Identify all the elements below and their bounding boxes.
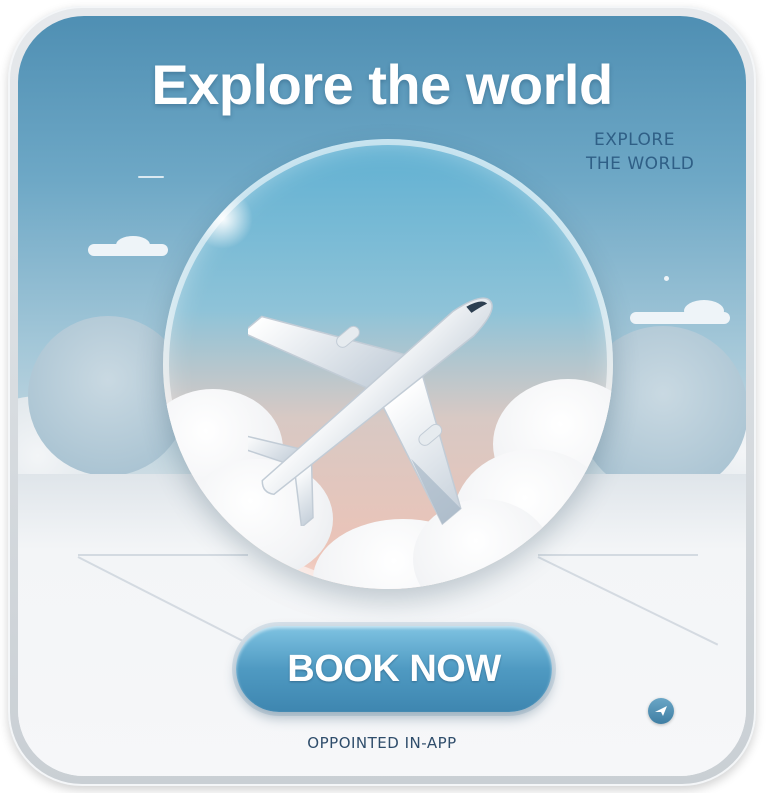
sky-cloud-left-puff: [116, 236, 150, 254]
side-caption: EXPLORE THE WORLD: [586, 128, 746, 176]
sky-cloud-right-puff: [684, 300, 724, 322]
footer-caption: OPPOINTED IN-APP: [307, 734, 457, 752]
book-now-button[interactable]: BOOK NOW: [236, 626, 552, 712]
ad-card: Explore the world EXPLORE THE WORLD BOOK…: [8, 6, 756, 786]
sky-streak: [138, 176, 164, 178]
airplane-icon: [231, 256, 518, 529]
ad-card-inner: Explore the world EXPLORE THE WORLD BOOK…: [18, 16, 746, 776]
plane-badge-icon-graphic: [655, 706, 667, 716]
side-caption-line2: THE WORLD: [586, 154, 695, 174]
airplane-icon-graphic: [231, 297, 493, 529]
globe-shine: [193, 189, 253, 249]
plane-badge-icon: [648, 698, 674, 724]
headline: Explore the world: [151, 53, 613, 116]
sky-dot: [664, 276, 669, 281]
side-caption-line1: EXPLORE: [594, 130, 675, 150]
